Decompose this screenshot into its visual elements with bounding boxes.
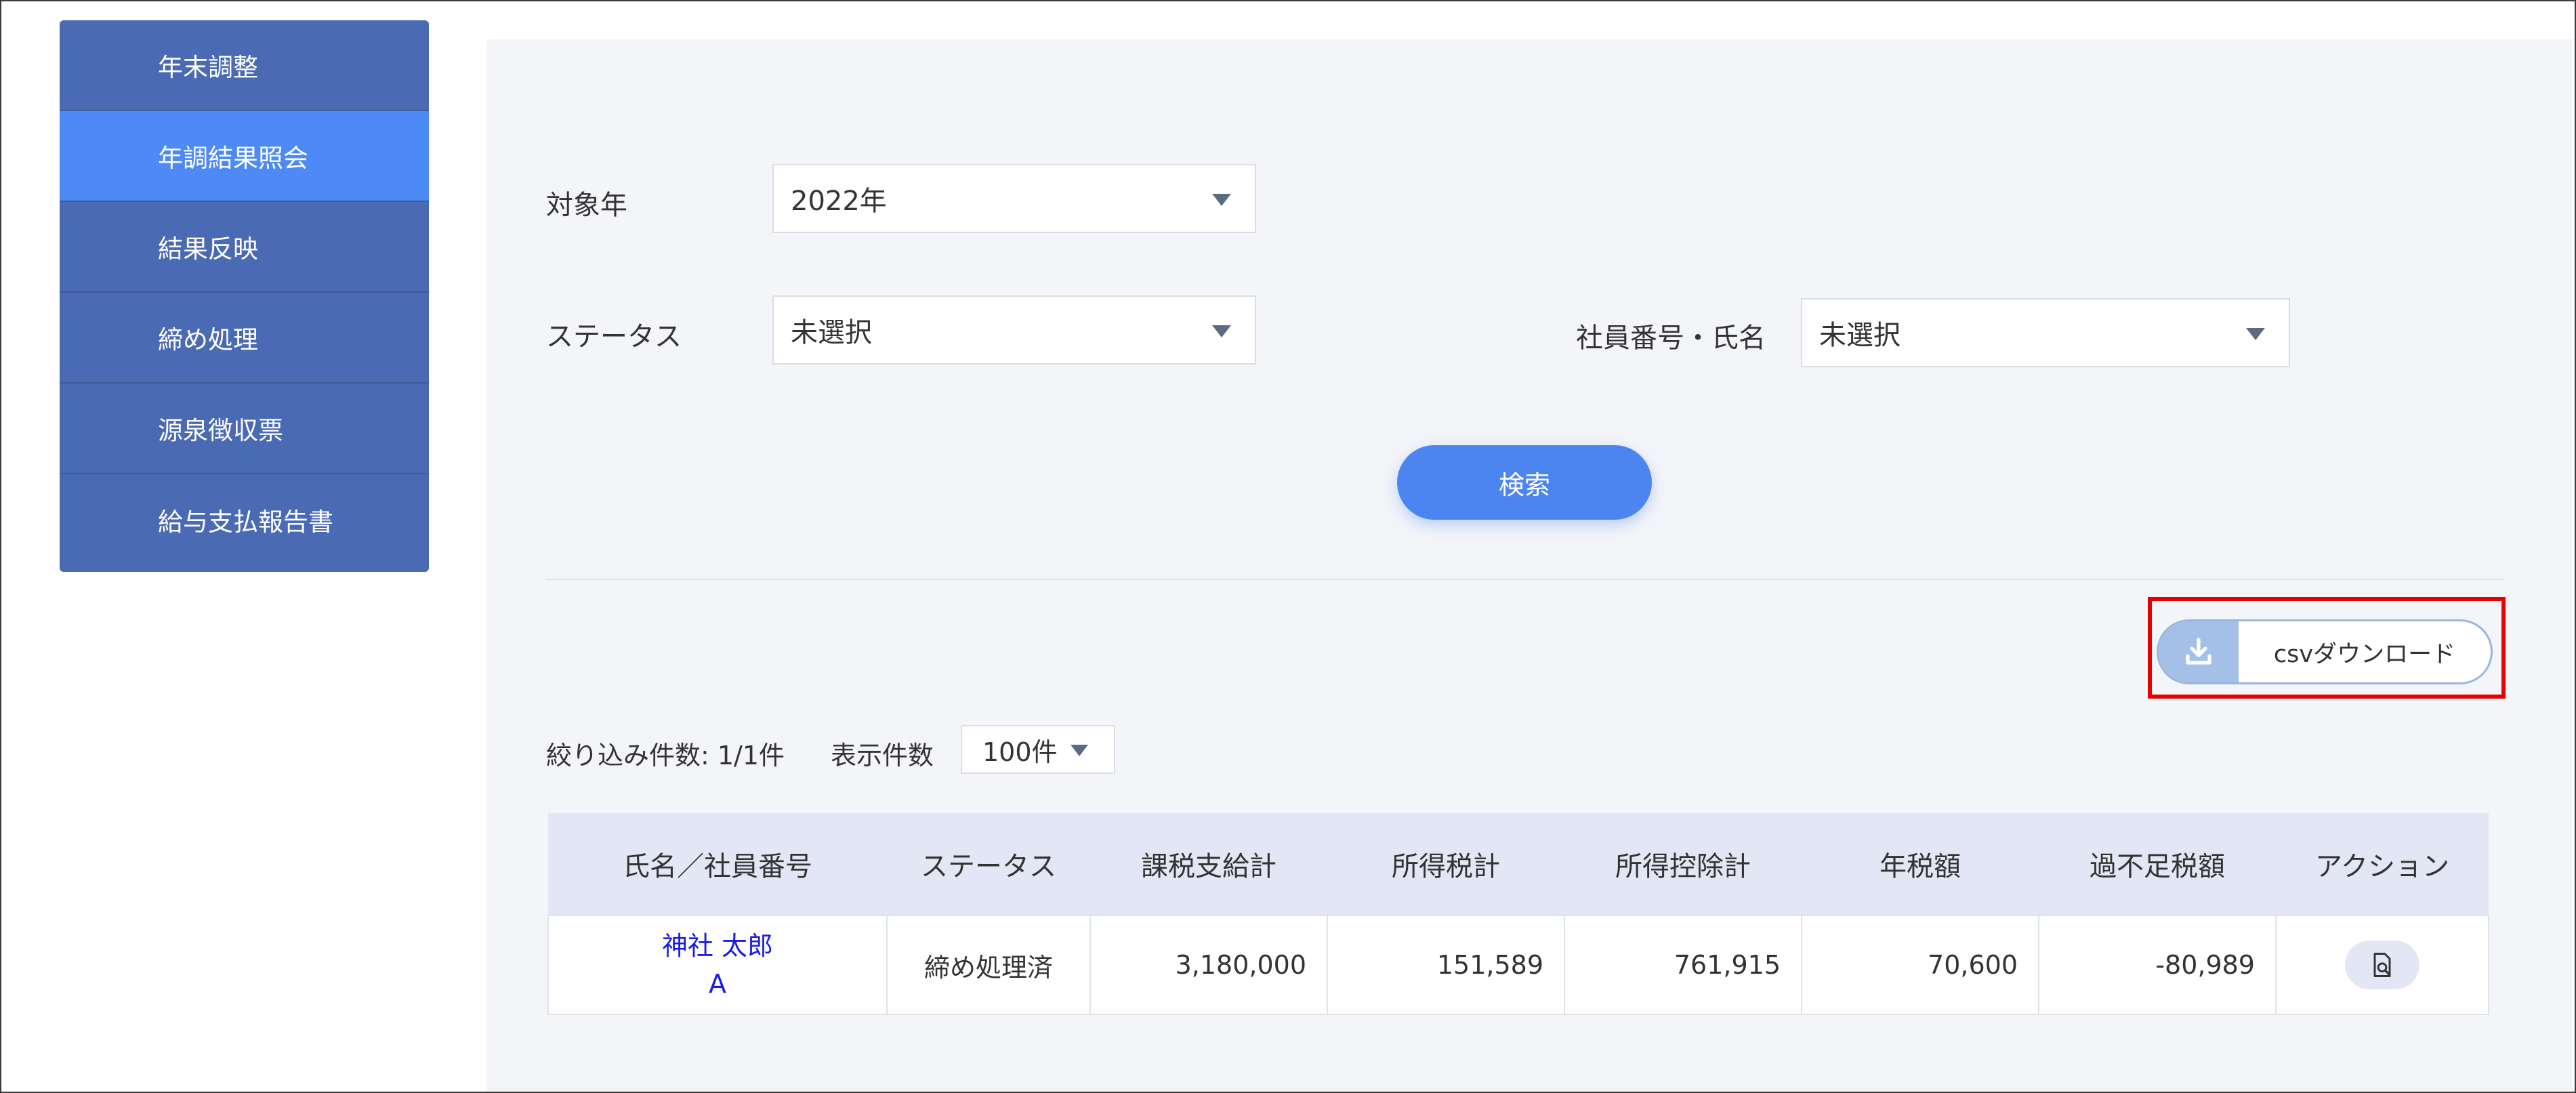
column-header-income-tax: 所得税計 (1327, 813, 1564, 915)
column-header-name: 氏名／社員番号 (548, 813, 887, 915)
search-button[interactable]: 検索 (1397, 445, 1652, 520)
table-header-row: 氏名／社員番号 ステータス 課税支給計 所得税計 所得控除計 年税額 過不足税額… (548, 813, 2489, 915)
table-row: 神社 太郎 A 締め処理済 3,180,000 151,589 761,915 … (547, 915, 2489, 1015)
employee-select-value: 未選択 (1819, 320, 1900, 351)
search-button-label: 検索 (1498, 470, 1550, 500)
year-select[interactable]: 2022年 (772, 164, 1256, 233)
sidebar-item-label: 源泉徴収票 (158, 416, 283, 445)
download-icon-wrap (2159, 621, 2239, 682)
column-header-status: ステータス (887, 813, 1090, 915)
view-detail-button[interactable] (2345, 941, 2419, 989)
sidebar-item-closing-process[interactable]: 締め処理 (60, 293, 429, 384)
column-header-annual-tax: 年税額 (1802, 813, 2039, 915)
year-label: 対象年 (546, 190, 627, 221)
sidebar-item-label: 締め処理 (158, 325, 258, 354)
chevron-down-icon (1212, 325, 1231, 337)
column-header-over-under-tax: 過不足税額 (2039, 813, 2276, 915)
cell-status: 締め処理済 (886, 915, 1091, 1015)
employee-number: A (709, 969, 726, 999)
document-search-icon (2373, 953, 2391, 977)
sidebar-nav: 年末調整 年調結果照会 結果反映 締め処理 源泉徴収票 給与支払報告書 (60, 20, 429, 572)
employee-name-link[interactable]: 神社 太郎 A (662, 927, 773, 1003)
column-header-taxable-pay: 課税支給計 (1090, 813, 1327, 915)
sidebar-item-salary-payment-report[interactable]: 給与支払報告書 (60, 474, 429, 565)
sidebar-item-result-inquiry[interactable]: 年調結果照会 (60, 111, 429, 202)
employee-label: 社員番号・氏名 (1576, 323, 1766, 354)
year-select-value: 2022年 (791, 186, 887, 217)
per-page-value: 100件 (982, 737, 1058, 767)
status-select-value: 未選択 (791, 317, 872, 348)
cell-over-under-tax: -80,989 (2038, 915, 2277, 1015)
chevron-down-icon (2246, 328, 2265, 340)
chevron-down-icon (1071, 745, 1088, 756)
status-select[interactable]: 未選択 (772, 295, 1256, 365)
per-page-label: 表示件数 (831, 741, 934, 770)
cell-name: 神社 太郎 A (547, 915, 888, 1015)
cell-action (2275, 915, 2489, 1015)
csv-download-label: csvダウンロード (2273, 640, 2456, 668)
sidebar-item-result-reflection[interactable]: 結果反映 (60, 202, 429, 293)
sidebar-item-year-end-adjustment[interactable]: 年末調整 (60, 20, 429, 111)
sidebar-item-label: 年調結果照会 (158, 144, 308, 173)
cell-annual-tax: 70,600 (1801, 915, 2039, 1015)
cell-taxable-pay: 3,180,000 (1089, 915, 1328, 1015)
download-icon (2186, 638, 2211, 665)
sidebar-item-label: 年末調整 (158, 53, 258, 82)
status-label: ステータス (546, 321, 682, 352)
sidebar-item-withholding-slip[interactable]: 源泉徴収票 (60, 384, 429, 474)
column-header-action: アクション (2276, 813, 2489, 915)
sidebar-item-label: 給与支払報告書 (158, 508, 333, 537)
cell-income-deduction: 761,915 (1564, 915, 1802, 1015)
per-page-select[interactable]: 100件 (961, 725, 1115, 774)
results-table: 氏名／社員番号 ステータス 課税支給計 所得税計 所得控除計 年税額 過不足税額… (547, 813, 2489, 1015)
employee-name: 神社 太郎 (661, 931, 774, 961)
chevron-down-icon (1212, 194, 1231, 206)
section-divider (546, 579, 2504, 580)
column-header-income-deduction: 所得控除計 (1564, 813, 1802, 915)
filtered-count: 絞り込み件数: 1/1件 (546, 741, 785, 770)
csv-download-button[interactable]: csvダウンロード (2157, 619, 2493, 684)
cell-income-tax: 151,589 (1327, 915, 1565, 1015)
employee-select[interactable]: 未選択 (1801, 298, 2290, 367)
sidebar-item-label: 結果反映 (158, 234, 258, 264)
